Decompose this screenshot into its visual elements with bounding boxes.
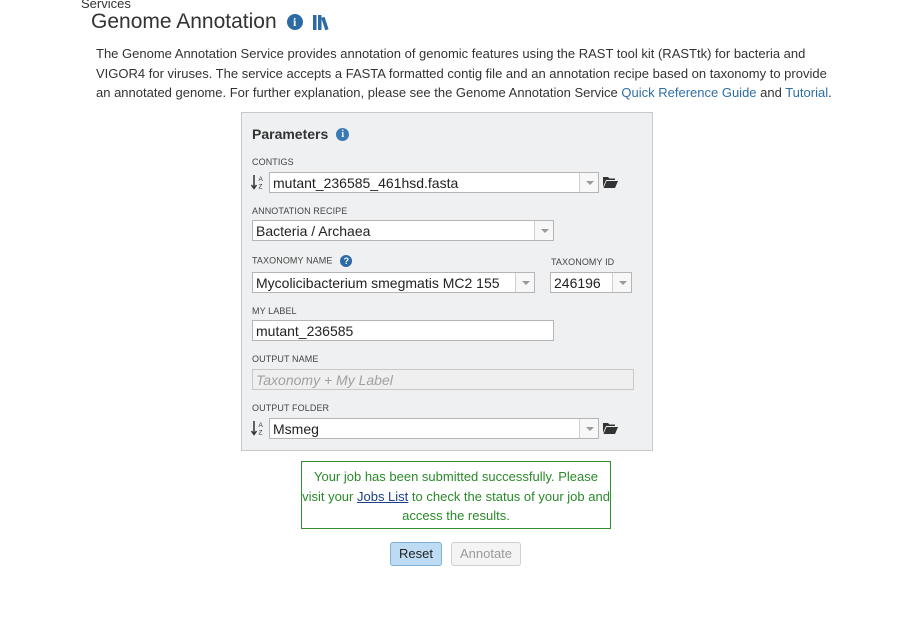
my-label-value: mutant_236585	[256, 323, 354, 339]
chevron-down-icon[interactable]	[612, 273, 631, 292]
folder-open-icon[interactable]	[602, 421, 618, 435]
page-title-text: Genome Annotation	[91, 10, 277, 33]
taxonomy-id-value: 246196	[554, 275, 601, 291]
parameters-title: Parameters	[252, 126, 329, 142]
svg-text:A: A	[259, 176, 264, 183]
output-folder-select[interactable]: Msmeg	[269, 418, 599, 439]
taxonomy-name-value: Mycolicibacterium smegmatis MC2 155	[256, 275, 500, 291]
output-name-placeholder: Taxonomy + My Label	[256, 372, 393, 388]
page-title: Genome Annotation i	[91, 10, 335, 34]
jobs-list-link[interactable]: Jobs List	[357, 489, 408, 504]
annotation-recipe-select[interactable]: Bacteria / Archaea	[252, 220, 554, 241]
parameters-info-icon[interactable]: i	[336, 127, 350, 141]
taxonomy-id-label: TAXONOMY ID	[551, 257, 615, 267]
help-icon[interactable]: ?	[340, 255, 353, 267]
my-label-label: MY LABEL	[252, 306, 297, 316]
contigs-select[interactable]: mutant_236585_461hsd.fasta	[269, 172, 599, 193]
message-suffix: to check the status of your job and acce…	[402, 488, 610, 524]
taxonomy-name-select[interactable]: Mycolicibacterium smegmatis MC2 155	[252, 272, 535, 293]
output-name-label: OUTPUT NAME	[252, 354, 319, 364]
contigs-label: CONTIGS	[252, 157, 294, 167]
chevron-down-icon[interactable]	[579, 173, 598, 192]
contigs-value: mutant_236585_461hsd.fasta	[273, 175, 459, 191]
output-folder-label: OUTPUT FOLDER	[252, 403, 330, 413]
my-label-input[interactable]: mutant_236585	[252, 320, 554, 341]
taxonomy-name-label: TAXONOMY NAME?	[252, 255, 353, 267]
reset-button[interactable]: Reset	[390, 542, 442, 566]
parameters-header: Parameters i	[252, 126, 350, 142]
info-icon[interactable]: i	[286, 14, 303, 30]
recipe-label: ANNOTATION RECIPE	[252, 206, 348, 216]
job-submitted-message: Your job has been submitted successfully…	[301, 461, 611, 529]
svg-text:Z: Z	[259, 184, 263, 191]
description-period: .	[828, 85, 832, 100]
folder-open-icon[interactable]	[602, 175, 618, 189]
chevron-down-icon[interactable]	[579, 419, 598, 438]
recipe-value: Bacteria / Archaea	[256, 223, 371, 239]
quick-reference-guide-link[interactable]: Quick Reference Guide	[621, 85, 756, 100]
output-folder-value: Msmeg	[273, 421, 319, 437]
description-and: and	[756, 85, 786, 100]
taxonomy-id-select[interactable]: 246196	[550, 272, 632, 293]
svg-text:Z: Z	[259, 430, 263, 437]
parameters-panel: Parameters i CONTIGS A Z mutant_236585_4…	[241, 112, 653, 451]
chevron-down-icon[interactable]	[515, 273, 534, 292]
svg-text:A: A	[259, 422, 264, 429]
chevron-down-icon[interactable]	[534, 221, 553, 240]
annotate-button[interactable]: Annotate	[451, 542, 521, 566]
output-name-input: Taxonomy + My Label	[252, 369, 634, 390]
sort-icon[interactable]: A Z	[251, 420, 267, 436]
library-icon[interactable]	[312, 13, 335, 31]
taxonomy-name-label-text: TAXONOMY NAME	[252, 255, 333, 266]
service-description: The Genome Annotation Service provides a…	[96, 44, 836, 103]
sort-icon[interactable]: A Z	[251, 174, 267, 190]
tutorial-link[interactable]: Tutorial	[785, 85, 828, 100]
